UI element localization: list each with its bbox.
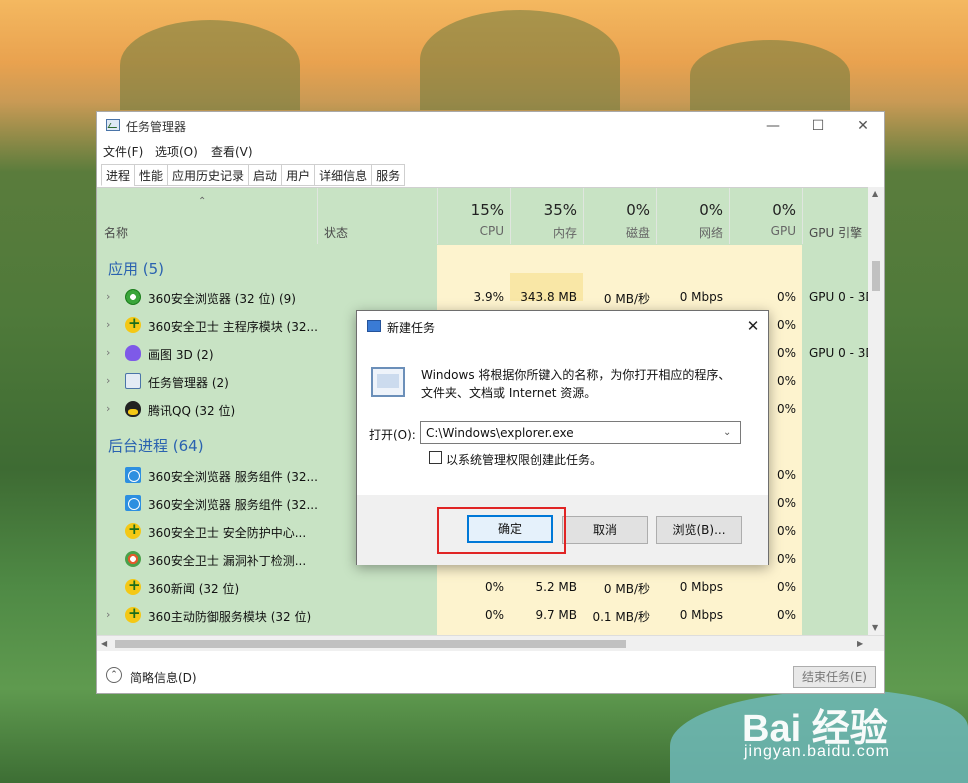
patch-scan-icon bbox=[125, 551, 141, 567]
title-bar[interactable]: 任务管理器 — ☐ ✕ bbox=[97, 112, 884, 140]
tab-app-history[interactable]: 应用历史记录 bbox=[167, 164, 249, 186]
browser-icon bbox=[125, 289, 141, 305]
end-task-button[interactable]: 结束任务(E) bbox=[793, 666, 876, 688]
horizontal-scrollbar[interactable]: ◀ ▶ bbox=[97, 635, 884, 651]
baidu-watermark: Bai 经验 jingyan.baidu.com bbox=[740, 695, 960, 775]
tab-startup[interactable]: 启动 bbox=[248, 164, 282, 186]
table-row[interactable]: 360新闻 (32 位) 0% 5.2 MB 0 MB/秒 0 Mbps 0% bbox=[97, 573, 884, 601]
mountain-peak bbox=[690, 40, 850, 110]
new-task-dialog: 新建任务 ✕ Windows 将根据你所键入的名称，为你打开相应的程序、 文件夹… bbox=[356, 310, 769, 565]
shield-icon bbox=[125, 314, 141, 333]
menu-bar: 文件(F) 选项(O) 查看(V) bbox=[97, 140, 884, 162]
column-divider bbox=[317, 188, 318, 244]
chevron-right-icon[interactable]: › bbox=[106, 608, 110, 621]
tab-bar: 进程 性能 应用历史记录 启动 用户 详细信息 服务 bbox=[101, 164, 406, 186]
table-row[interactable]: › 360安全浏览器 (32 位) (9) 3.9% 343.8 MB 0 MB… bbox=[97, 283, 884, 311]
tab-users[interactable]: 用户 bbox=[281, 164, 315, 186]
dialog-close-button[interactable]: ✕ bbox=[741, 315, 765, 337]
group-apps: 应用 (5) bbox=[108, 260, 165, 278]
run-program-icon bbox=[371, 367, 405, 397]
horizontal-scroll-thumb[interactable] bbox=[115, 640, 626, 648]
cancel-button[interactable]: 取消 bbox=[562, 516, 648, 544]
footer-bar: ⌃ 简略信息(D) 结束任务(E) bbox=[97, 652, 884, 693]
table-row[interactable]: › 360主动防御服务模块 (32 位) 0% 9.7 MB 0.1 MB/秒 … bbox=[97, 601, 884, 629]
window-title: 任务管理器 bbox=[126, 120, 187, 134]
dialog-description: Windows 将根据你所键入的名称，为你打开相应的程序、 bbox=[421, 368, 731, 382]
disk-total[interactable]: 0% bbox=[583, 201, 650, 219]
highlight-annotation bbox=[437, 507, 566, 554]
browser-service-icon bbox=[125, 467, 141, 483]
minimize-button[interactable]: — bbox=[758, 116, 788, 136]
scroll-right-icon[interactable]: ▶ bbox=[857, 639, 863, 648]
chevron-right-icon[interactable]: › bbox=[106, 374, 110, 387]
dialog-description: 文件夹、文档或 Internet 资源。 bbox=[421, 386, 597, 400]
menu-options[interactable]: 选项(O) bbox=[155, 143, 198, 160]
gpu-total[interactable]: 0% bbox=[729, 201, 796, 219]
net-total[interactable]: 0% bbox=[656, 201, 723, 219]
paint-3d-icon bbox=[125, 345, 141, 361]
column-status-header[interactable]: 状态 bbox=[324, 224, 348, 241]
cpu-total[interactable]: 15% bbox=[437, 201, 504, 219]
admin-checkbox-label[interactable]: 以系统管理权限创建此任务。 bbox=[446, 451, 602, 468]
chevron-right-icon[interactable]: › bbox=[106, 346, 110, 359]
task-manager-icon bbox=[106, 119, 120, 131]
chevron-down-icon[interactable]: ⌄ bbox=[723, 427, 731, 438]
menu-view[interactable]: 查看(V) bbox=[211, 143, 253, 160]
sort-up-icon: ⌃ bbox=[198, 196, 207, 207]
chevron-right-icon[interactable]: › bbox=[106, 290, 110, 303]
vertical-scrollbar[interactable]: ▲ ▼ bbox=[868, 187, 884, 635]
mountain-peak bbox=[120, 20, 300, 110]
maximize-button[interactable]: ☐ bbox=[803, 116, 833, 136]
run-dialog-icon bbox=[367, 320, 381, 332]
dialog-title: 新建任务 bbox=[387, 321, 436, 335]
column-divider bbox=[802, 188, 803, 244]
open-input[interactable] bbox=[420, 421, 741, 444]
column-net-header[interactable]: 网络 bbox=[656, 224, 723, 241]
close-button[interactable]: ✕ bbox=[848, 116, 878, 136]
brief-info-link[interactable]: 简略信息(D) bbox=[130, 669, 197, 686]
mountain-peak bbox=[420, 10, 620, 110]
column-name-header[interactable]: 名称 bbox=[104, 224, 128, 241]
column-gpu-engine-header[interactable]: GPU 引擎 bbox=[809, 224, 862, 241]
open-label: 打开(O): bbox=[369, 428, 416, 442]
shield-icon bbox=[125, 576, 141, 595]
menu-file[interactable]: 文件(F) bbox=[103, 143, 143, 160]
task-manager-icon bbox=[125, 373, 141, 389]
shield-icon bbox=[125, 520, 141, 539]
chevron-up-icon[interactable]: ⌃ bbox=[106, 667, 122, 683]
column-gpu-header[interactable]: GPU bbox=[729, 224, 796, 238]
vertical-scroll-thumb[interactable] bbox=[872, 261, 880, 291]
watermark-url: jingyan.baidu.com bbox=[744, 743, 890, 760]
shield-icon bbox=[125, 604, 141, 623]
tab-details[interactable]: 详细信息 bbox=[314, 164, 372, 186]
group-background: 后台进程 (64) bbox=[108, 437, 204, 455]
browse-button[interactable]: 浏览(B)... bbox=[656, 516, 742, 544]
scroll-down-icon[interactable]: ▼ bbox=[872, 623, 878, 632]
tab-processes[interactable]: 进程 bbox=[101, 164, 135, 186]
qq-penguin-icon bbox=[125, 401, 141, 417]
admin-checkbox[interactable] bbox=[429, 451, 442, 464]
chevron-right-icon[interactable]: › bbox=[106, 318, 110, 331]
tab-performance[interactable]: 性能 bbox=[134, 164, 168, 186]
browser-service-icon bbox=[125, 495, 141, 511]
column-mem-header[interactable]: 内存 bbox=[510, 224, 577, 241]
column-disk-header[interactable]: 磁盘 bbox=[583, 224, 650, 241]
scroll-left-icon[interactable]: ◀ bbox=[101, 639, 107, 648]
tab-services[interactable]: 服务 bbox=[371, 164, 406, 186]
scroll-up-icon[interactable]: ▲ bbox=[872, 189, 878, 198]
chevron-right-icon[interactable]: › bbox=[106, 402, 110, 415]
column-cpu-header[interactable]: CPU bbox=[437, 224, 504, 238]
mem-total[interactable]: 35% bbox=[510, 201, 577, 219]
